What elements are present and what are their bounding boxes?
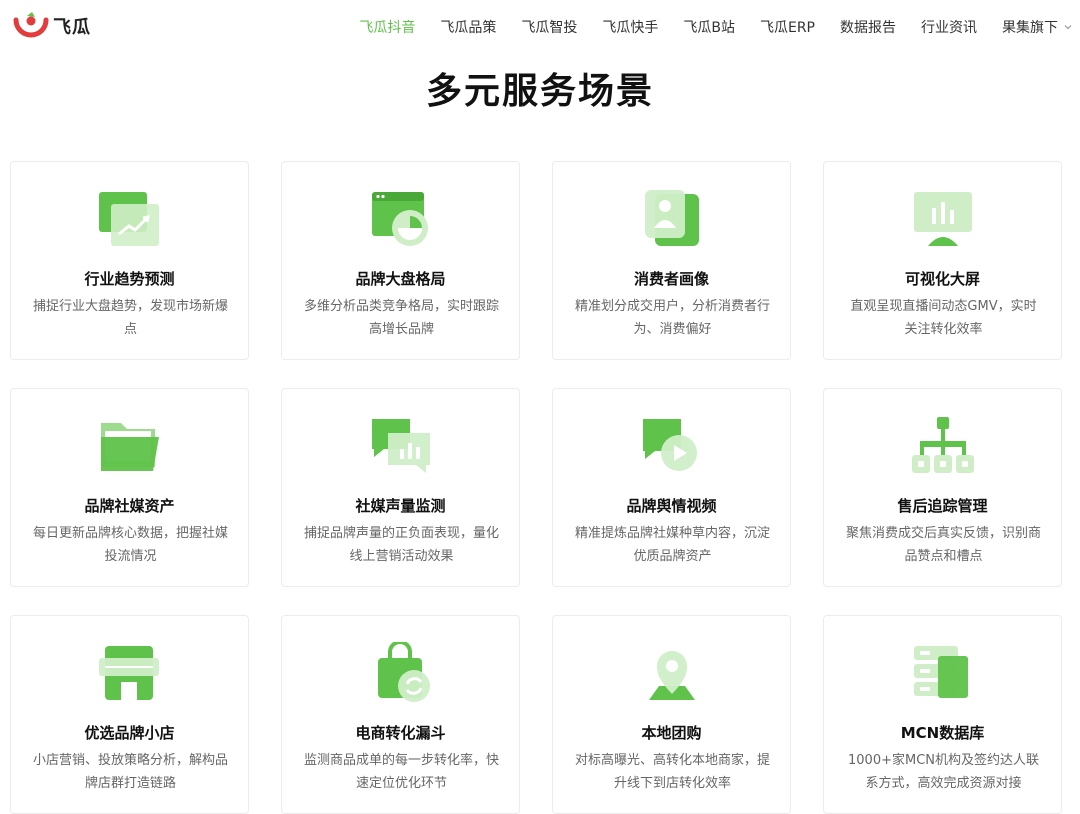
card-title: 可视化大屏 (904, 270, 980, 288)
nav-item-3[interactable]: 飞瓜快手 (602, 17, 658, 37)
consumer-profile-icon (645, 190, 699, 246)
store-icon (99, 646, 159, 700)
service-card[interactable]: 行业趋势预测捕捉行业大盘趋势，发现市场新爆点 (10, 161, 249, 360)
card-description: 直观呈现直播间动态GMV，实时关注转化效率 (850, 299, 1037, 337)
logo-text: 飞瓜 (53, 17, 91, 38)
card-description: 精准提炼品牌社媒种草内容，沉淀优质品牌资产 (575, 526, 771, 564)
monitor-icon (914, 192, 972, 246)
nav-item-4[interactable]: 飞瓜B站 (683, 17, 735, 37)
card-title: 优选品牌小店 (84, 724, 175, 742)
card-description: 每日更新品牌核心数据，把握社媒投流情况 (33, 526, 229, 564)
chat-bars-icon (372, 419, 430, 473)
card-title: 品牌舆情视频 (626, 497, 717, 515)
service-card[interactable]: 品牌舆情视频精准提炼品牌社媒种草内容，沉淀优质品牌资产 (552, 388, 791, 587)
service-card[interactable]: 优选品牌小店小店营销、投放策略分析，解构品牌店群打造链路 (10, 615, 249, 814)
card-description: 小店营销、投放策略分析，解构品牌店群打造链路 (33, 753, 229, 791)
chevron-down-icon (1064, 25, 1072, 30)
card-description: 捕捉行业大盘趋势，发现市场新爆点 (33, 299, 229, 337)
card-title: 售后追踪管理 (897, 497, 988, 515)
service-card[interactable]: 本地团购对标高曝光、高转化本地商家，提升线下到店转化效率 (552, 615, 791, 814)
trend-chart-icon (99, 192, 159, 246)
service-card[interactable]: 消费者画像精准划分成交用户，分析消费者行为、消费偏好 (552, 161, 791, 360)
service-card[interactable]: MCN数据库 1000+家MCN机构及签约达人联系方式，高效完成资源对接 (823, 615, 1062, 814)
nav-item-5[interactable]: 飞瓜ERP (760, 17, 815, 37)
nav-item-1[interactable]: 飞瓜品策 (440, 17, 496, 37)
nav-item-6[interactable]: 数据报告 (840, 17, 896, 37)
nav-more-label: 果集旗下 (1002, 20, 1058, 36)
card-title: 行业趋势预测 (84, 270, 175, 288)
card-description: 聚焦消费成交后真实反馈，识别商品赞点和槽点 (846, 526, 1042, 564)
nav-more-dropdown[interactable]: 果集旗下 (1002, 17, 1072, 37)
card-description: 多维分析品类竞争格局，实时跟踪高增长品牌 (304, 299, 500, 337)
shopping-bag-icon (378, 642, 430, 702)
nav-item-7[interactable]: 行业资讯 (921, 17, 977, 37)
service-card[interactable]: 可视化大屏直观呈现直播间动态GMV，实时关注转化效率 (823, 161, 1062, 360)
card-title: MCN数据库 (900, 724, 985, 742)
card-title: 社媒声量监测 (355, 497, 446, 515)
main-nav: 飞瓜抖音 飞瓜品策 飞瓜智投 飞瓜快手 飞瓜B站 飞瓜ERP 数据报告 行业资讯 果集旗下 (334, 0, 1072, 54)
card-title: 品牌大盘格局 (355, 270, 446, 288)
service-card[interactable]: 品牌大盘格局多维分析品类竞争格局，实时跟踪高增长品牌 (281, 161, 520, 360)
folder-icon (101, 423, 159, 471)
database-icon (914, 646, 968, 698)
pie-window-icon (372, 192, 428, 246)
card-description: 对标高曝光、高转化本地商家，提升线下到店转化效率 (575, 753, 771, 791)
video-play-icon (643, 419, 697, 471)
card-description: 捕捉品牌声量的正负面表现，量化线上营销活动效果 (304, 526, 500, 564)
hierarchy-icon (912, 417, 974, 473)
card-description: 1000+家MCN机构及签约达人联系方式，高效完成资源对接 (848, 753, 1039, 791)
service-card[interactable]: 品牌社媒资产每日更新品牌核心数据，把握社媒投流情况 (10, 388, 249, 587)
top-header: 飞瓜 飞瓜抖音 飞瓜品策 飞瓜智投 飞瓜快手 飞瓜B站 飞瓜ERP 数据报告 行业资讯 果集旗… (0, 0, 1080, 54)
card-title: 品牌社媒资产 (84, 497, 175, 515)
location-pin-icon (649, 651, 695, 700)
nav-item-2[interactable]: 飞瓜智投 (521, 17, 577, 37)
card-title: 消费者画像 (633, 270, 709, 288)
logo-icon (13, 12, 49, 38)
logo[interactable]: 飞瓜 (13, 12, 91, 40)
service-card[interactable]: 售后追踪管理聚焦消费成交后真实反馈，识别商品赞点和槽点 (823, 388, 1062, 587)
card-description: 监测商品成单的每一步转化率，快速定位优化环节 (304, 753, 500, 791)
card-title: 本地团购 (641, 724, 702, 742)
service-card[interactable]: 电商转化漏斗监测商品成单的每一步转化率，快速定位优化环节 (281, 615, 520, 814)
card-title: 电商转化漏斗 (355, 724, 446, 742)
card-description: 精准划分成交用户，分析消费者行为、消费偏好 (575, 299, 771, 337)
service-card[interactable]: 社媒声量监测捕捉品牌声量的正负面表现，量化线上营销活动效果 (281, 388, 520, 587)
section-title: 多元服务场景 (425, 71, 654, 112)
nav-item-0[interactable]: 飞瓜抖音 (359, 17, 415, 37)
